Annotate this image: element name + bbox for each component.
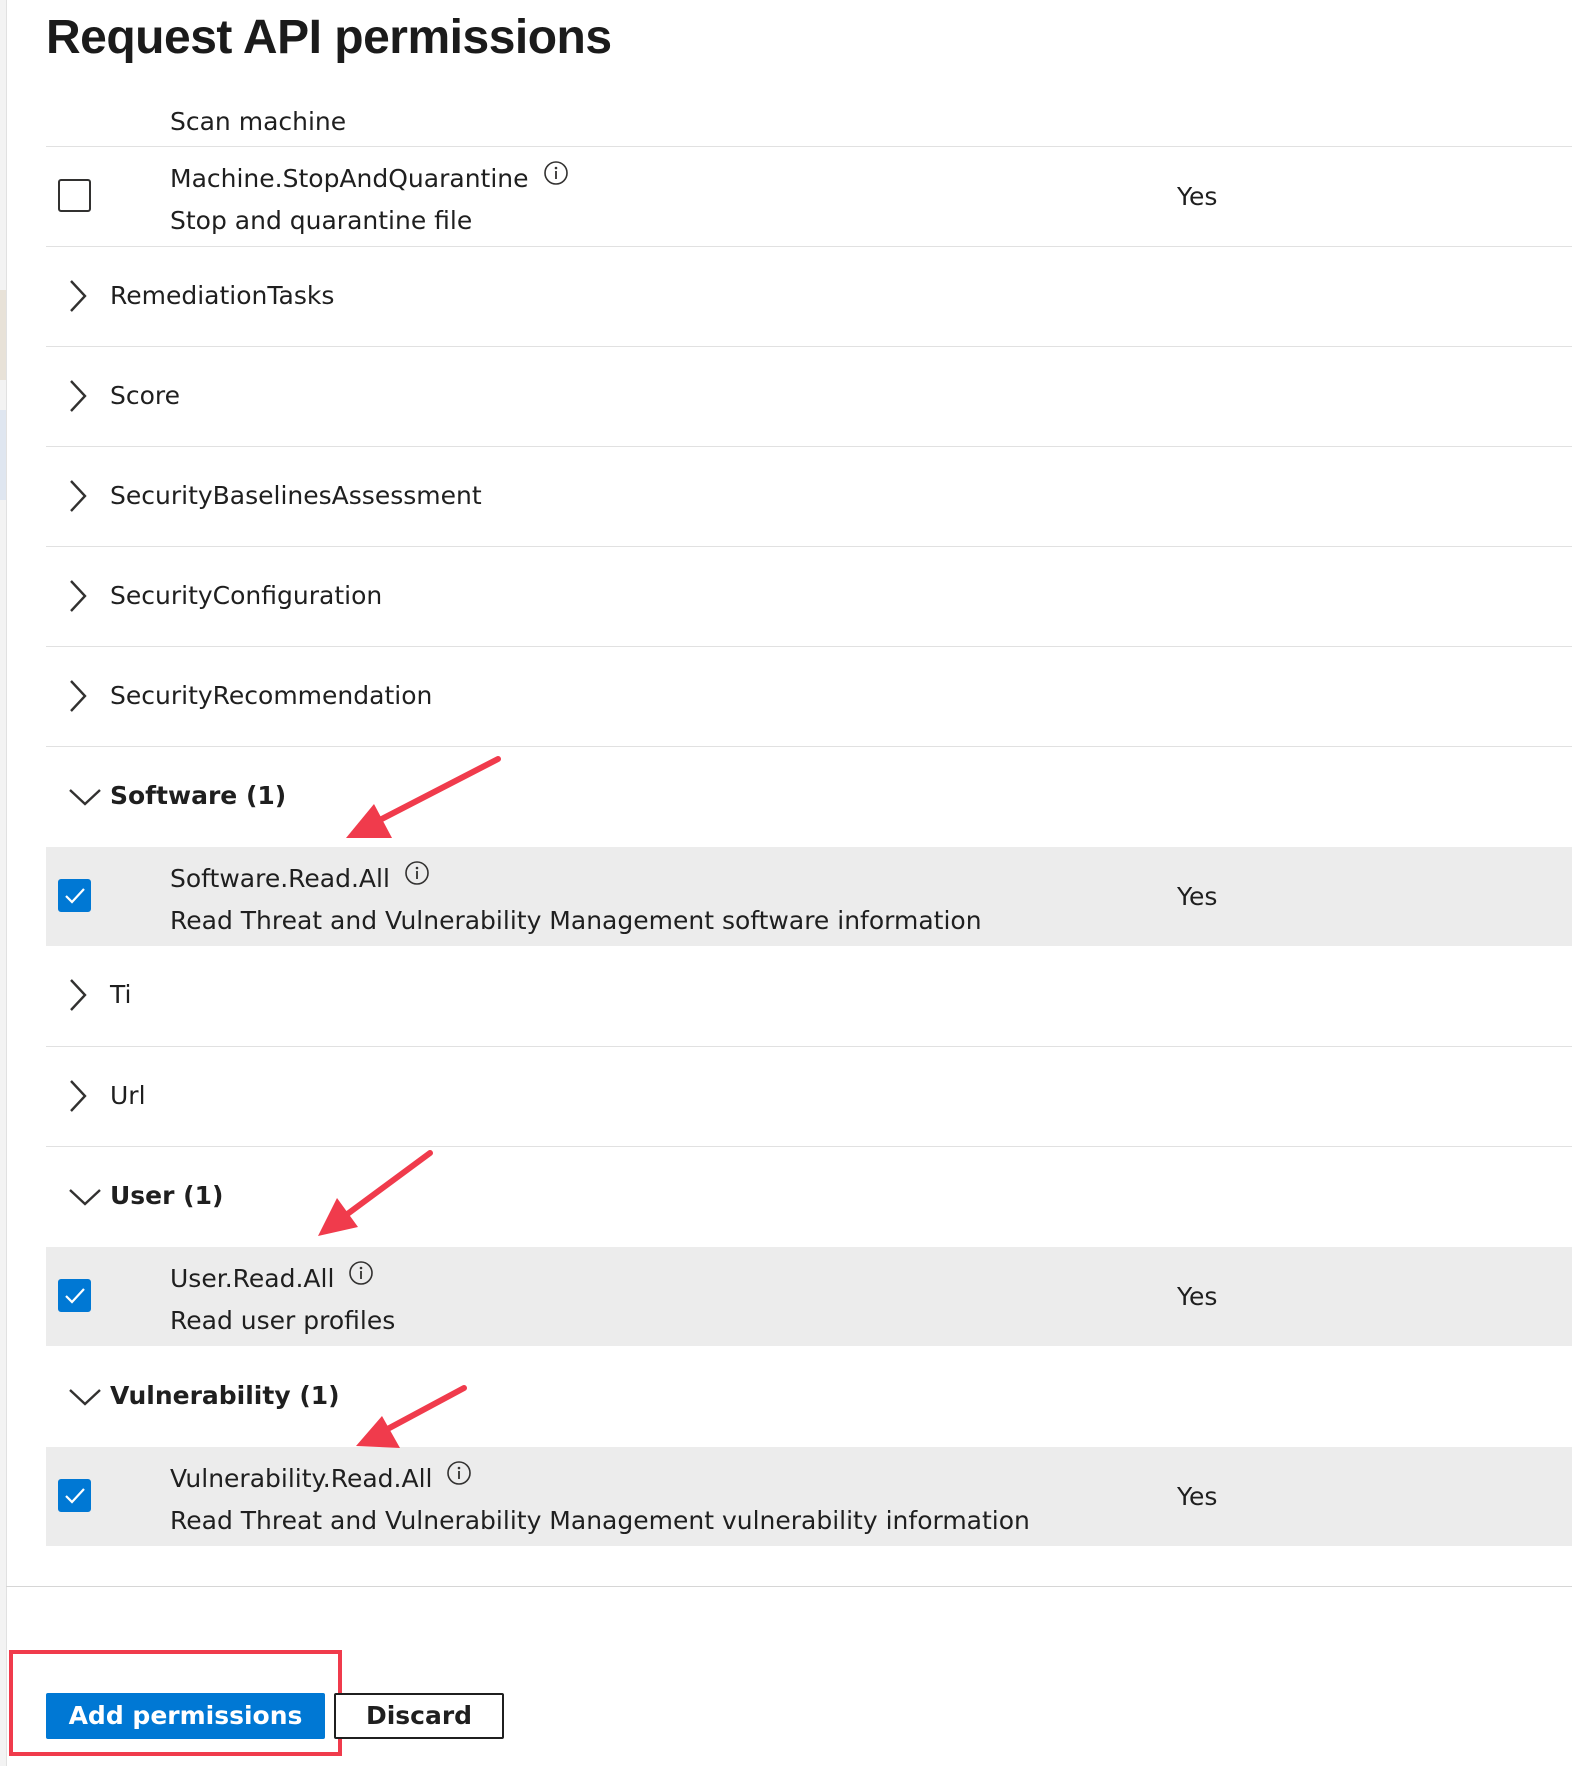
group-label: Ti bbox=[110, 980, 132, 1009]
permission-name: User.Read.All bbox=[170, 1264, 335, 1293]
permission-description: Read user profiles bbox=[170, 1306, 396, 1335]
add-permissions-button[interactable]: Add permissions bbox=[46, 1693, 325, 1739]
chevron-down-icon bbox=[69, 1389, 101, 1406]
group-row-remediationtasks[interactable]: RemediationTasks bbox=[46, 247, 1572, 346]
checkmark-icon bbox=[65, 888, 85, 904]
chevron-right-icon bbox=[70, 580, 87, 612]
chevron-down-icon bbox=[69, 1189, 101, 1206]
permission-checkbox[interactable] bbox=[58, 879, 91, 912]
group-row-url[interactable]: Url bbox=[46, 1047, 1572, 1146]
group-label: Software (1) bbox=[110, 781, 287, 810]
group-row-securityconfiguration[interactable]: SecurityConfiguration bbox=[46, 547, 1572, 646]
permission-name-cell: Software.Read.All bbox=[170, 860, 430, 896]
info-icon[interactable] bbox=[348, 1260, 374, 1295]
group-row-vulnerability[interactable]: Vulnerability (1) bbox=[46, 1347, 1572, 1446]
group-label: User (1) bbox=[110, 1181, 224, 1210]
discard-button[interactable]: Discard bbox=[334, 1693, 504, 1739]
permission-name-cell: Vulnerability.Read.All bbox=[170, 1460, 472, 1496]
chevron-right-icon bbox=[70, 380, 87, 412]
group-row-user[interactable]: User (1) bbox=[46, 1147, 1572, 1246]
permission-description: Scan machine bbox=[170, 107, 347, 136]
checkmark-icon bbox=[65, 1488, 85, 1504]
group-row-ti[interactable]: Ti bbox=[46, 946, 1572, 1045]
info-icon[interactable] bbox=[446, 1460, 472, 1495]
group-label: SecurityRecommendation bbox=[110, 681, 433, 710]
left-panel-edge bbox=[0, 0, 7, 1766]
group-label: Vulnerability (1) bbox=[110, 1381, 340, 1410]
permission-checkbox[interactable] bbox=[58, 1479, 91, 1512]
group-row-securityrecommendation[interactable]: SecurityRecommendation bbox=[46, 647, 1572, 746]
permission-description: Stop and quarantine file bbox=[170, 206, 473, 235]
admin-consent-value: Yes bbox=[1177, 1482, 1218, 1511]
admin-consent-value: Yes bbox=[1177, 882, 1218, 911]
group-row-software[interactable]: Software (1) bbox=[46, 747, 1572, 846]
chevron-right-icon bbox=[70, 680, 87, 712]
chevron-right-icon bbox=[70, 979, 87, 1011]
permission-name-cell: User.Read.All bbox=[170, 1260, 374, 1296]
info-icon[interactable] bbox=[404, 860, 430, 895]
page-title: Request API permissions bbox=[46, 11, 612, 64]
chevron-down-icon bbox=[69, 789, 101, 806]
checkmark-icon bbox=[65, 1288, 85, 1304]
permission-name: Vulnerability.Read.All bbox=[170, 1464, 433, 1493]
admin-consent-value: Yes bbox=[1177, 1282, 1218, 1311]
permission-checkbox[interactable] bbox=[58, 1279, 91, 1312]
permission-row-vulnerability-read-all: Vulnerability.Read.All Read Threat and V… bbox=[46, 1447, 1572, 1546]
left-panel-highlight bbox=[0, 290, 6, 380]
permission-row-software-read-all: Software.Read.All Read Threat and Vulner… bbox=[46, 847, 1572, 946]
group-row-score[interactable]: Score bbox=[46, 347, 1572, 446]
group-label: RemediationTasks bbox=[110, 281, 335, 310]
group-label: SecurityConfiguration bbox=[110, 581, 383, 610]
chevron-right-icon bbox=[70, 280, 87, 312]
group-label: SecurityBaselinesAssessment bbox=[110, 481, 482, 510]
info-icon[interactable] bbox=[543, 160, 569, 195]
permission-name: Machine.StopAndQuarantine bbox=[170, 164, 529, 193]
permission-checkbox[interactable] bbox=[58, 179, 91, 212]
permission-description: Read Threat and Vulnerability Management… bbox=[170, 1506, 1030, 1535]
footer-divider bbox=[6, 1586, 1572, 1587]
permission-name-cell: Machine.StopAndQuarantine bbox=[170, 160, 569, 196]
admin-consent-value: Yes bbox=[1177, 182, 1218, 211]
chevron-right-icon bbox=[70, 1080, 87, 1112]
permission-row-machine-stopandquarantine: Machine.StopAndQuarantine Stop and quara… bbox=[46, 147, 1572, 246]
group-label: Url bbox=[110, 1081, 146, 1110]
permission-description: Read Threat and Vulnerability Management… bbox=[170, 906, 982, 935]
permission-name: Software.Read.All bbox=[170, 864, 390, 893]
left-panel-highlight bbox=[0, 410, 6, 500]
group-row-securitybaselinesassessment[interactable]: SecurityBaselinesAssessment bbox=[46, 447, 1572, 546]
group-label: Score bbox=[110, 381, 181, 410]
chevron-right-icon bbox=[70, 480, 87, 512]
permission-row-user-read-all: User.Read.All Read user profiles Yes bbox=[46, 1247, 1572, 1346]
